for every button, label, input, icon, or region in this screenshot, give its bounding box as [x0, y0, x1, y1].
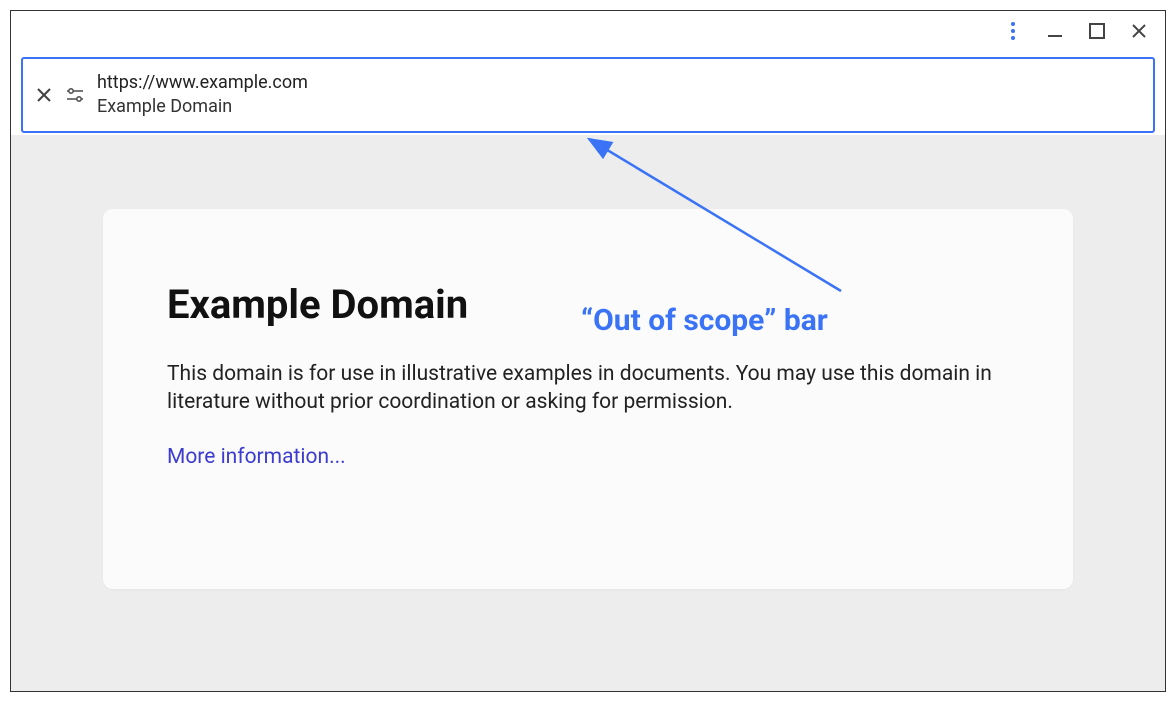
scope-close-icon[interactable] [37, 88, 51, 102]
maximize-icon[interactable] [1087, 21, 1107, 41]
minimize-icon[interactable] [1045, 21, 1065, 41]
page-heading: Example Domain [167, 281, 1009, 328]
scope-url-block: https://www.example.com Example Domain [97, 71, 308, 120]
out-of-scope-bar: https://www.example.com Example Domain [21, 57, 1155, 133]
scope-url: https://www.example.com [97, 71, 308, 95]
content-area: Example Domain This domain is for use in… [11, 135, 1165, 691]
window-titlebar [11, 11, 1165, 51]
content-card: Example Domain This domain is for use in… [103, 209, 1073, 589]
sliders-icon[interactable] [65, 85, 85, 105]
scope-title: Example Domain [97, 95, 308, 119]
page-body: This domain is for use in illustrative e… [167, 360, 997, 417]
kebab-menu-icon[interactable] [1003, 21, 1023, 41]
close-icon[interactable] [1129, 21, 1149, 41]
more-info-link[interactable]: More information... [167, 445, 346, 469]
app-window: https://www.example.com Example Domain E… [10, 10, 1166, 692]
